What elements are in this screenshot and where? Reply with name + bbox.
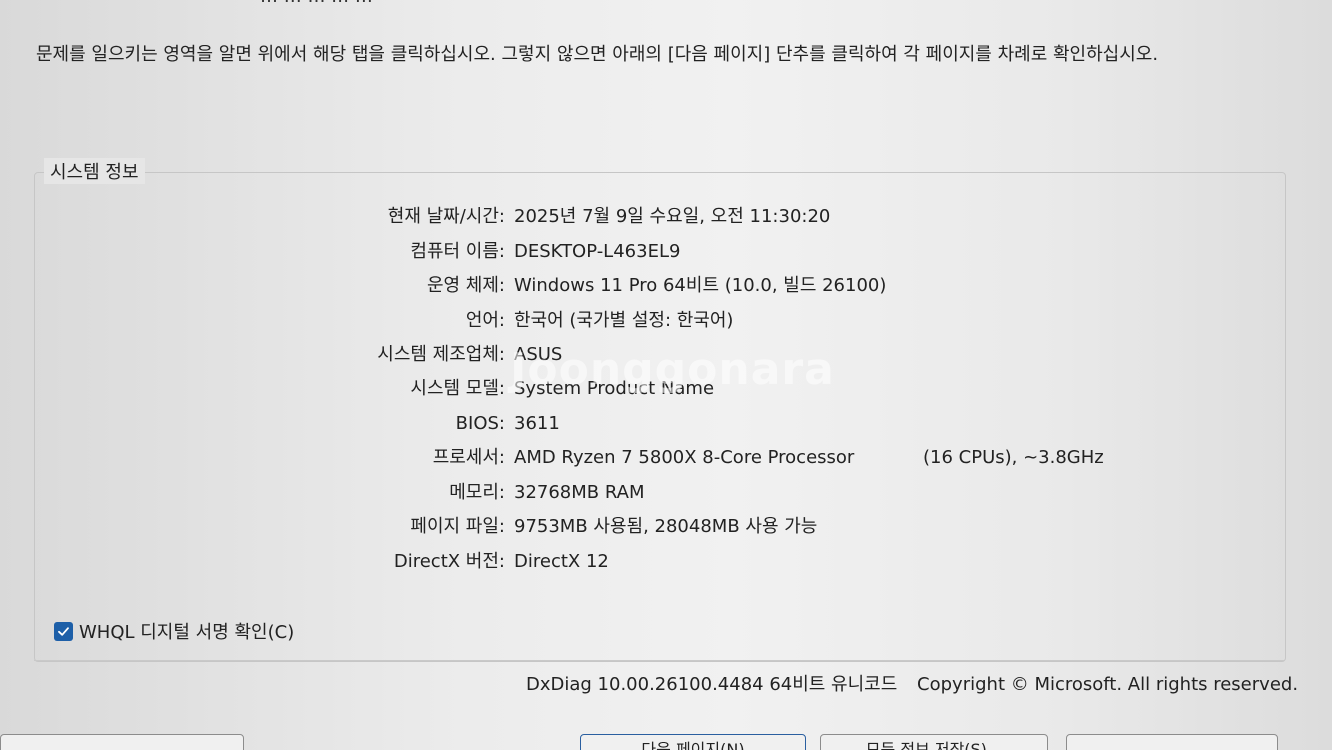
info-label: 운영 체제: xyxy=(426,275,505,296)
info-row-model: 시스템 모델: System Product Name xyxy=(0,374,1332,404)
info-label: 프로세서: xyxy=(432,447,505,468)
dxdiag-window: … … … … … 문제를 일으키는 영역을 알면 위에서 해당 탭을 클릭하십… xyxy=(0,0,1332,750)
info-label: 현재 날짜/시간: xyxy=(387,206,505,227)
version-info: DxDiag 10.00.26100.4484 64비트 유니코드 Copyri… xyxy=(526,672,1298,698)
info-row-manufacturer: 시스템 제조업체: ASUS xyxy=(0,340,1332,370)
checkmark-icon xyxy=(58,626,69,636)
help-button[interactable] xyxy=(0,734,244,750)
info-value: 32768MB RAM xyxy=(514,482,645,503)
info-label: BIOS: xyxy=(455,413,505,434)
info-value: AMD Ryzen 7 5800X 8-Core Processor xyxy=(514,447,855,468)
info-value: 9753MB 사용됨, 28048MB 사용 가능 xyxy=(514,516,818,537)
info-row-memory: 메모리: 32768MB RAM xyxy=(0,478,1332,508)
info-value: Windows 11 Pro 64비트 (10.0, 빌드 26100) xyxy=(514,275,887,296)
exit-button[interactable] xyxy=(1066,734,1278,750)
info-label: 메모리: xyxy=(449,482,505,503)
info-row-page-file: 페이지 파일: 9753MB 사용됨, 28048MB 사용 가능 xyxy=(0,512,1332,542)
dxdiag-version: DxDiag 10.00.26100.4484 64비트 유니코드 xyxy=(526,674,898,695)
info-value: System Product Name xyxy=(514,378,715,399)
info-value: ASUS xyxy=(514,344,563,365)
info-row-directx: DirectX 버전: DirectX 12 xyxy=(0,547,1332,577)
cut-off-header-text: … … … … … xyxy=(260,0,373,7)
info-label: DirectX 버전: xyxy=(393,551,505,572)
intro-text: 문제를 일으키는 영역을 알면 위에서 해당 탭을 클릭하십시오. 그렇지 않으… xyxy=(36,44,1159,65)
save-all-info-button[interactable]: 모든 정보 저장(S)... xyxy=(820,734,1048,750)
info-row-bios: BIOS: 3611 xyxy=(0,409,1332,439)
info-label: 언어: xyxy=(465,310,505,331)
info-value: DESKTOP-L463EL9 xyxy=(514,241,681,262)
info-value: DirectX 12 xyxy=(514,551,609,572)
info-label: 페이지 파일: xyxy=(410,516,505,537)
info-label: 시스템 제조업체: xyxy=(377,344,505,365)
info-row-language: 언어: 한국어 (국가별 설정: 한국어) xyxy=(0,306,1332,336)
info-row-computer-name: 컴퓨터 이름: DESKTOP-L463EL9 xyxy=(0,237,1332,267)
info-value: 3611 xyxy=(514,413,560,434)
info-row-datetime: 현재 날짜/시간: 2025년 7월 9일 수요일, 오전 11:30:20 xyxy=(0,202,1332,232)
whql-checkbox[interactable]: WHQL 디지털 서명 확인(C) xyxy=(54,618,294,644)
copyright-text: Copyright © Microsoft. All rights reserv… xyxy=(917,674,1299,695)
info-value: 한국어 (국가별 설정: 한국어) xyxy=(514,310,734,331)
system-info-title: 시스템 정보 xyxy=(44,158,145,184)
info-label: 컴퓨터 이름: xyxy=(410,241,505,262)
checkbox-checked-icon[interactable] xyxy=(54,621,73,641)
next-page-button[interactable]: 다음 페이지(N) xyxy=(580,734,806,750)
footer-divider xyxy=(34,660,1284,661)
info-label: 시스템 모델: xyxy=(410,378,505,399)
info-row-processor: 프로세서: AMD Ryzen 7 5800X 8-Core Processor… xyxy=(0,443,1332,473)
whql-checkbox-label: WHQL 디지털 서명 확인(C) xyxy=(79,622,295,643)
info-value: 2025년 7월 9일 수요일, 오전 11:30:20 xyxy=(514,206,831,227)
info-value-extra: (16 CPUs), ~3.8GHz xyxy=(923,447,1104,468)
info-row-os: 운영 체제: Windows 11 Pro 64비트 (10.0, 빌드 261… xyxy=(0,271,1332,301)
